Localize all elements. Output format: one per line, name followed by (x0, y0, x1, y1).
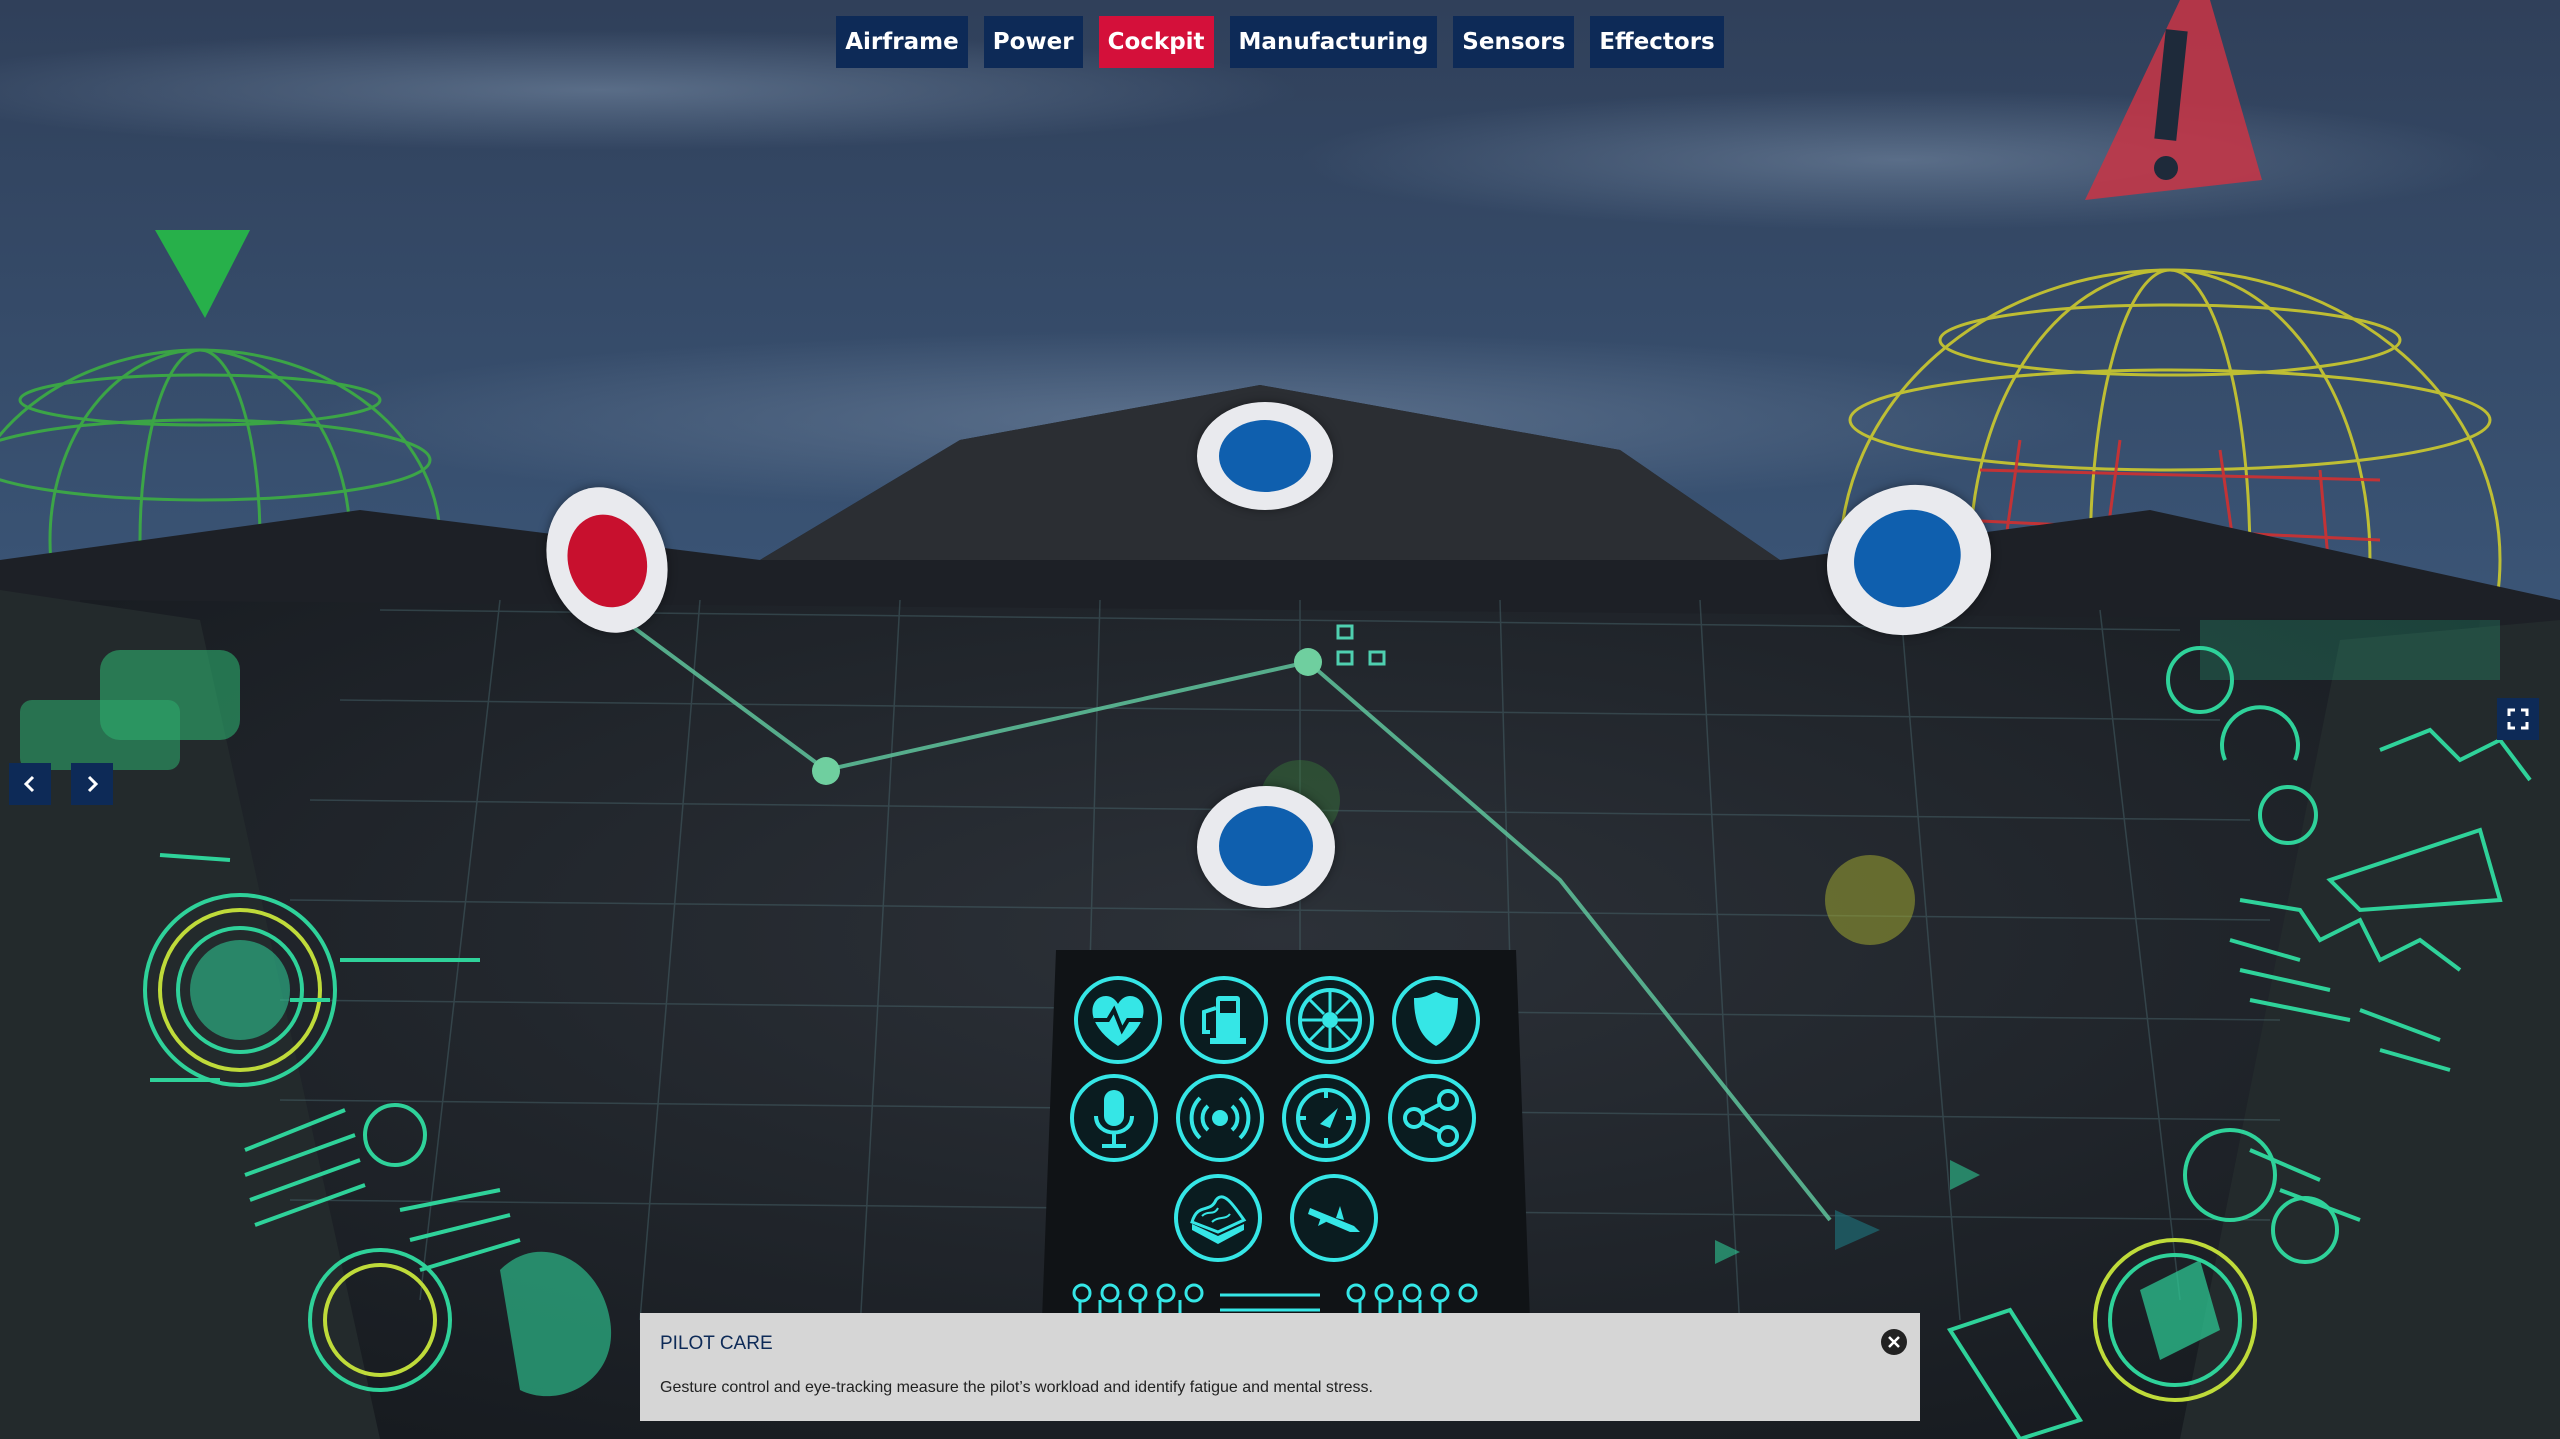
tab-cockpit[interactable]: Cockpit (1098, 16, 1214, 68)
shield-icon[interactable] (1390, 974, 1482, 1066)
terrain-map-icon[interactable] (1172, 1172, 1264, 1264)
heart-rate-icon[interactable] (1072, 974, 1164, 1066)
close-icon (1888, 1336, 1900, 1348)
tab-power[interactable]: Power (983, 16, 1083, 68)
info-panel-text: Gesture control and eye-tracking measure… (660, 1379, 1373, 1396)
engine-turbine-icon[interactable] (1284, 974, 1376, 1066)
radio-signal-icon[interactable] (1174, 1072, 1266, 1164)
previous-button[interactable] (9, 763, 51, 805)
missile-icon[interactable] (1288, 1172, 1380, 1264)
tab-airframe[interactable]: Airframe (836, 16, 968, 68)
info-panel-title: PILOT CARE (660, 1333, 773, 1354)
info-panel: PILOT CARE Gesture control and eye-track… (640, 1313, 1920, 1421)
hotspot-blue-top[interactable] (1197, 402, 1333, 510)
microphone-icon[interactable] (1068, 1072, 1160, 1164)
tab-effectors[interactable]: Effectors (1590, 16, 1724, 68)
network-share-icon[interactable] (1386, 1072, 1478, 1164)
close-button[interactable] (1881, 1329, 1907, 1355)
chevron-left-icon (23, 775, 35, 793)
tab-sensors[interactable]: Sensors (1453, 16, 1575, 68)
fullscreen-icon (2507, 708, 2529, 730)
chevron-right-icon (87, 775, 99, 793)
cockpit-icon-panel (1056, 950, 1516, 1310)
gauge-icon[interactable] (1280, 1072, 1372, 1164)
fuel-icon[interactable] (1178, 974, 1270, 1066)
next-button[interactable] (71, 763, 113, 805)
hotspot-blue-center[interactable] (1197, 786, 1335, 908)
fullscreen-button[interactable] (2497, 698, 2539, 740)
tab-manufacturing[interactable]: Manufacturing (1229, 16, 1438, 68)
top-navigation: Airframe Power Cockpit Manufacturing Sen… (0, 16, 2560, 68)
